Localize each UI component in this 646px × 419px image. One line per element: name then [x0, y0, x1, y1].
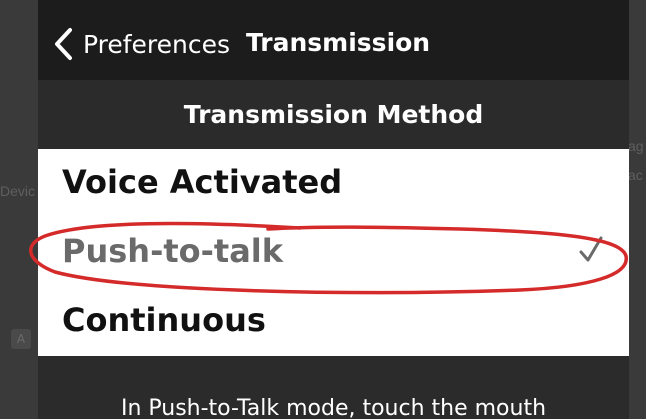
- app-store-icon: A: [11, 329, 31, 349]
- option-label: Continuous: [62, 301, 266, 339]
- checkmark-icon: [578, 232, 604, 266]
- option-continuous[interactable]: Continuous: [38, 287, 629, 356]
- transmission-panel: Preferences Transmission Transmission Me…: [38, 0, 629, 419]
- page-title: Transmission: [246, 28, 431, 57]
- back-button-label: Preferences: [83, 29, 231, 59]
- mode-description: In Push-to-Talk mode, touch the mouth: [120, 396, 547, 419]
- option-voice-activated[interactable]: Voice Activated: [38, 149, 629, 218]
- back-button[interactable]: Preferences: [52, 24, 230, 64]
- background-text-fragment: Devic: [0, 183, 36, 199]
- chevron-left-icon: [52, 27, 74, 61]
- option-push-to-talk[interactable]: Push-to-talk: [38, 218, 629, 287]
- section-header: Transmission Method: [38, 80, 629, 148]
- navigation-bar: Preferences Transmission: [38, 0, 629, 80]
- background-text-fragment: ac: [628, 167, 643, 183]
- background-text-fragment: ag: [628, 138, 644, 154]
- option-label: Push-to-talk: [62, 232, 284, 270]
- transmission-method-list: Voice Activated Push-to-talk Continuous: [38, 149, 629, 356]
- option-label: Voice Activated: [62, 163, 343, 201]
